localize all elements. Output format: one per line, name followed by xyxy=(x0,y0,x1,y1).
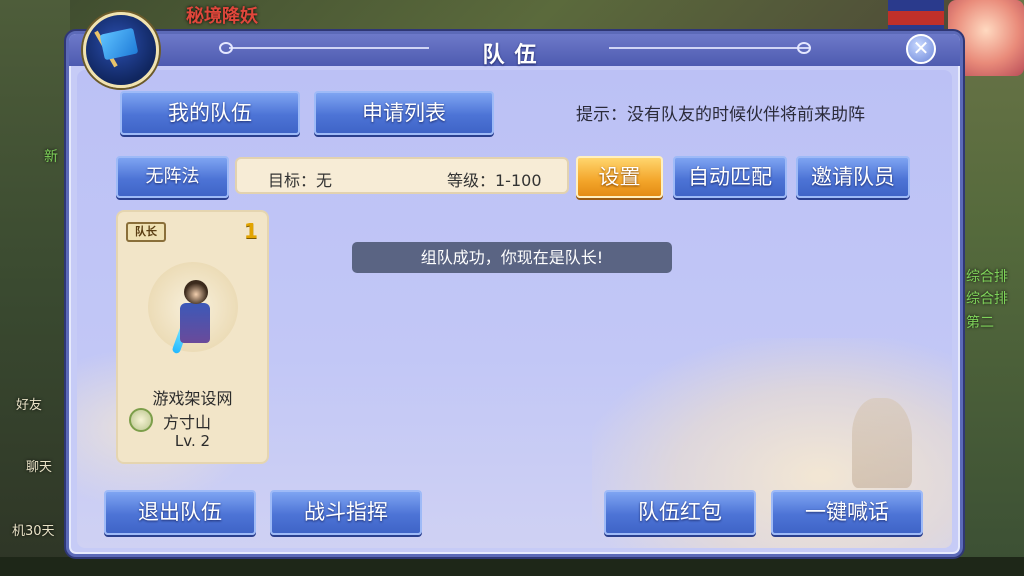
side-label-rank-3: 第二 xyxy=(966,315,994,331)
auto-match-button[interactable]: 自动匹配 xyxy=(673,156,787,198)
team-flag-icon xyxy=(99,27,139,61)
one-key-shout-button[interactable]: 一键喊话 xyxy=(771,490,923,535)
school-icon xyxy=(129,408,153,432)
team-emblem-icon xyxy=(83,12,159,88)
hint-text: 提示：没有队友的时候伙伴将前来助阵 xyxy=(576,105,865,125)
side-label-chat[interactable]: 聊天 xyxy=(26,456,52,475)
member-name: 游戏架设网 xyxy=(152,389,233,408)
panel-title: 队伍 xyxy=(482,43,547,68)
side-label-friends[interactable]: 好友 xyxy=(16,394,42,413)
battle-command-button[interactable]: 战斗指挥 xyxy=(270,490,422,535)
side-label-rank-1: 综合排 xyxy=(966,269,1008,285)
slot-number: 1 xyxy=(244,219,258,243)
bottom-hud-strip xyxy=(0,557,1024,576)
character-body xyxy=(180,303,210,343)
member-level: Lv. 2 xyxy=(174,432,211,450)
character-head xyxy=(184,280,208,304)
leader-badge: 队长 xyxy=(126,222,166,242)
title-bar: 队伍 xyxy=(69,34,960,68)
tab-apply-list[interactable]: 申请列表 xyxy=(314,91,494,135)
side-label-new: 新 xyxy=(44,149,58,165)
settings-button[interactable]: 设置 xyxy=(576,156,663,198)
level-range-label: 等级：1-100 xyxy=(447,171,542,190)
target-label: 目标：无 xyxy=(268,171,333,190)
member-school: 方寸山 xyxy=(163,413,212,432)
top-banner: 秘境降妖 xyxy=(186,6,258,27)
toast-message: 组队成功，你现在是队长! xyxy=(352,242,672,273)
leave-team-button[interactable]: 退出队伍 xyxy=(104,490,256,535)
tab-my-team[interactable]: 我的队伍 xyxy=(120,91,300,135)
invite-member-button[interactable]: 邀请队员 xyxy=(796,156,910,198)
side-label-misc: 机30天 xyxy=(12,524,55,539)
scenery-rock xyxy=(852,398,912,488)
background-left xyxy=(0,0,70,576)
close-button[interactable]: ✕ xyxy=(906,34,936,64)
side-label-rank-2: 综合排 xyxy=(966,291,1008,307)
team-red-packet-button[interactable]: 队伍红包 xyxy=(604,490,756,535)
formation-button[interactable]: 无阵法 xyxy=(116,156,229,198)
